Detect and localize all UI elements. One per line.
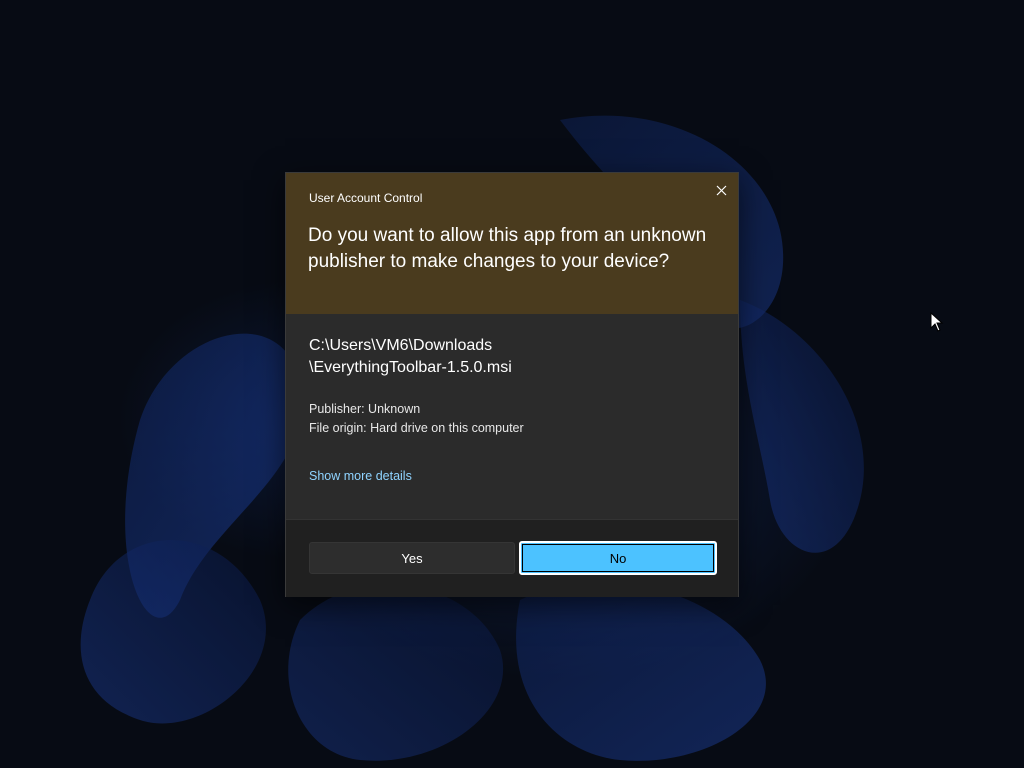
no-button[interactable]: No [519,541,717,575]
publisher-text: Publisher: Unknown [309,402,421,416]
close-button[interactable] [710,179,732,201]
app-path: C:\Users\VM6\Downloads \EverythingToolba… [309,335,709,379]
show-more-details-link[interactable]: Show more details [309,469,412,483]
app-path-line-2: \EverythingToolbar-1.5.0.msi [309,359,512,376]
mouse-cursor-icon [930,312,944,332]
uac-dialog: User Account Control Do you want to allo… [285,172,739,597]
dialog-question: Do you want to allow this app from an un… [308,225,707,272]
dialog-caption: User Account Control [309,191,423,205]
dialog-footer: Yes No [286,519,738,597]
file-origin-text: File origin: Hard drive on this computer [309,421,524,435]
yes-button[interactable]: Yes [309,542,515,574]
app-path-line-1: C:\Users\VM6\Downloads [309,337,493,354]
close-icon [716,185,726,195]
dialog-header: User Account Control Do you want to allo… [286,173,738,314]
desktop: User Account Control Do you want to allo… [0,0,1024,768]
dialog-body: C:\Users\VM6\Downloads \EverythingToolba… [286,314,738,519]
